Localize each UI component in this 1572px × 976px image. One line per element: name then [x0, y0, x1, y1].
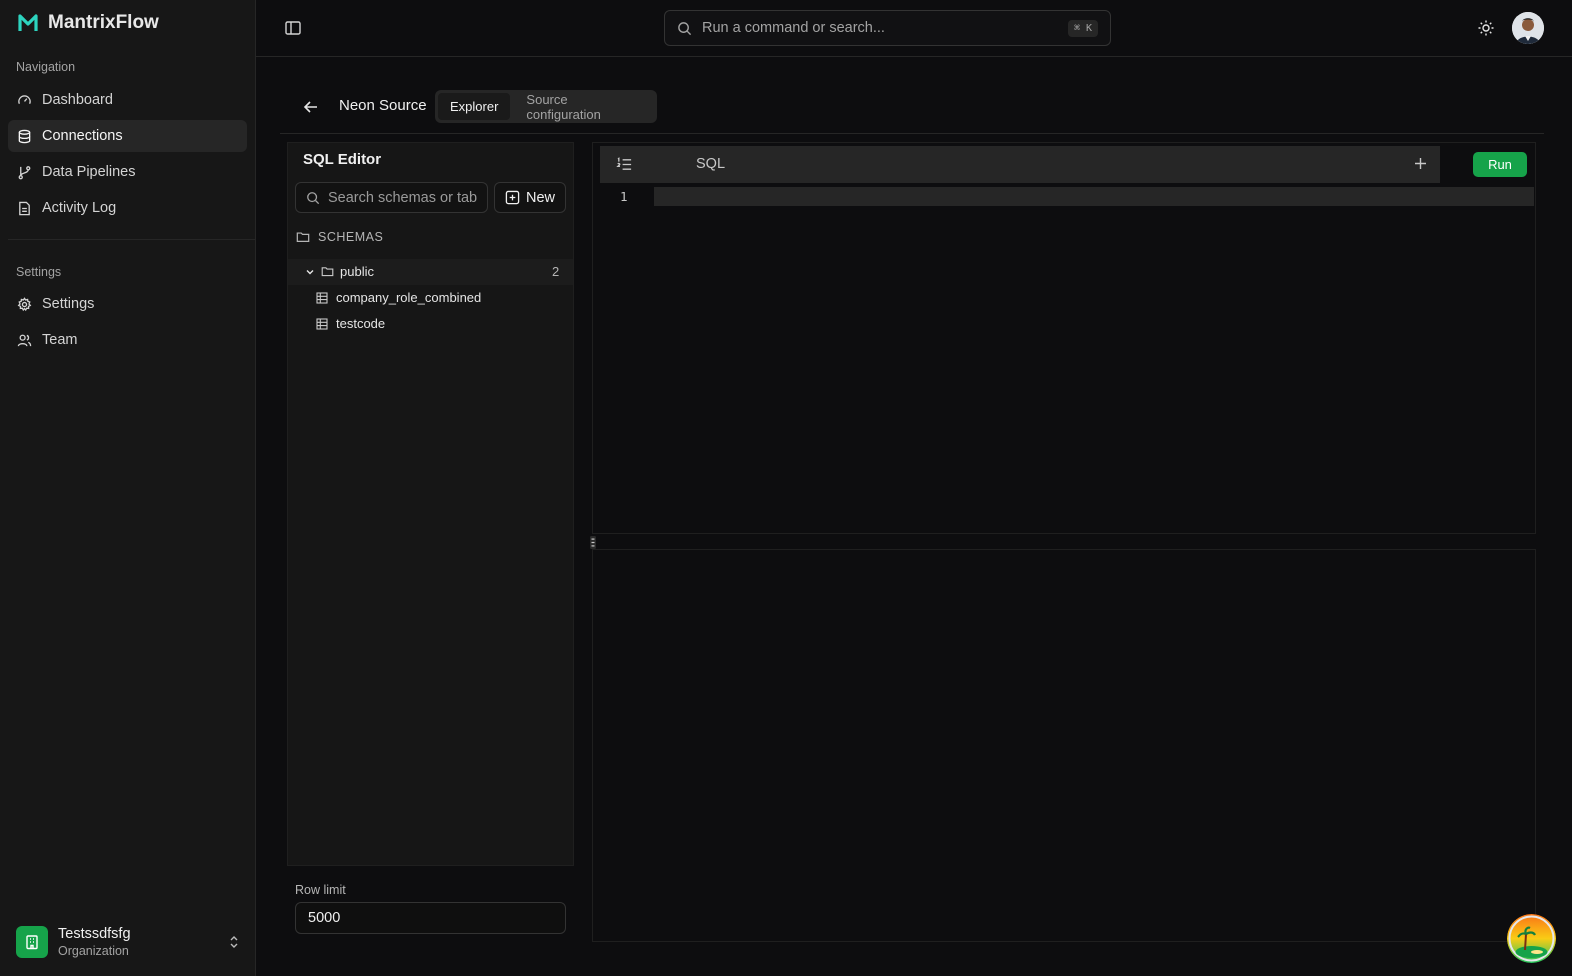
row-limit-input[interactable]	[308, 910, 548, 926]
org-subtitle: Organization	[58, 944, 129, 958]
command-search-placeholder: Run a command or search...	[702, 20, 885, 36]
new-button-label: New	[525, 189, 555, 206]
schemas-header: SCHEMAS	[296, 230, 383, 244]
users-icon	[17, 334, 32, 346]
sidebar-item-label: Connections	[42, 128, 123, 144]
add-tab-icon[interactable]	[1413, 156, 1428, 171]
building-icon	[16, 926, 48, 958]
chevron-down-icon	[306, 269, 314, 274]
sidebar-item-label: Dashboard	[42, 92, 113, 108]
database-icon	[18, 129, 31, 143]
sidebar-item-label: Activity Log	[42, 200, 117, 216]
row-limit-label: Row limit	[295, 883, 346, 897]
chevrons-up-down-icon	[230, 936, 238, 948]
resize-grip-icon[interactable]	[590, 536, 596, 549]
sidebar-toggle-icon[interactable]	[284, 19, 302, 37]
folder-icon	[296, 232, 310, 242]
settings-section-label: Settings	[16, 265, 62, 279]
file-text-icon	[19, 201, 30, 215]
back-arrow-icon[interactable]	[302, 98, 320, 116]
sidebar-item-label: Team	[42, 332, 78, 348]
view-tabs: Explorer Source configuration	[435, 90, 657, 123]
logo[interactable]: MantrixFlow	[18, 12, 159, 34]
active-line-highlight[interactable]	[654, 187, 1534, 206]
user-avatar[interactable]	[1512, 12, 1544, 44]
row-limit-field	[295, 902, 566, 934]
schema-name: public	[340, 264, 374, 279]
plus-square-icon	[505, 190, 520, 205]
sidebar-item-activity-log[interactable]: Activity Log	[8, 192, 247, 224]
tab-sql[interactable]: SQL	[696, 156, 725, 172]
header-divider	[280, 133, 1544, 134]
nav-section-label: Navigation	[16, 60, 76, 74]
logo-mark-icon	[18, 14, 38, 31]
sidebar-item-label: Data Pipelines	[42, 164, 136, 180]
search-icon	[307, 191, 320, 204]
table-name: testcode	[336, 316, 386, 331]
org-name: Testssdfsfg	[58, 926, 131, 942]
table-item[interactable]: company_role_combined	[316, 290, 481, 305]
folder-icon	[321, 267, 334, 277]
schemas-label: SCHEMAS	[318, 230, 384, 244]
table-icon	[316, 291, 328, 304]
sidebar-item-data-pipelines[interactable]: Data Pipelines	[8, 156, 247, 188]
schema-search	[295, 182, 488, 213]
sql-editor-title: SQL Editor	[303, 151, 382, 168]
tab-source-configuration[interactable]: Source configuration	[514, 92, 654, 122]
page-title: Neon Source	[339, 97, 427, 114]
new-query-button[interactable]: New	[494, 182, 566, 213]
sidebar-item-team[interactable]: Team	[8, 324, 247, 356]
table-icon	[316, 317, 328, 330]
table-name: company_role_combined	[336, 290, 482, 305]
sidebar-item-connections[interactable]: Connections	[8, 120, 247, 152]
git-branch-icon	[18, 165, 31, 179]
sidebar-item-settings[interactable]: Settings	[8, 288, 247, 320]
shortcut-badge: ⌘ K	[1067, 19, 1098, 37]
tab-explorer[interactable]: Explorer	[438, 93, 511, 120]
org-switcher[interactable]: Testssdfsfg Organization	[16, 922, 241, 962]
list-ordered-icon[interactable]	[616, 156, 633, 173]
gear-icon	[17, 296, 32, 311]
floating-assistant-button[interactable]	[1507, 914, 1556, 963]
editor-tab-bar	[600, 146, 1440, 183]
sidebar: MantrixFlow Navigation Dashboard Connect…	[0, 0, 256, 976]
schema-explorer-panel	[287, 142, 574, 866]
schema-search-input[interactable]	[328, 189, 478, 206]
schema-table-count: 2	[552, 264, 560, 279]
sidebar-divider	[8, 239, 256, 240]
sidebar-item-dashboard[interactable]: Dashboard	[8, 84, 247, 116]
search-icon	[678, 21, 692, 35]
command-search[interactable]: Run a command or search... ⌘ K	[664, 10, 1111, 46]
gauge-icon	[18, 94, 31, 104]
run-button[interactable]: Run	[1473, 152, 1527, 177]
table-item[interactable]: testcode	[316, 316, 385, 331]
sidebar-item-label: Settings	[42, 296, 95, 312]
schema-item[interactable]: public	[305, 264, 374, 279]
theme-toggle-sun-icon[interactable]	[1477, 19, 1495, 37]
results-pane	[592, 549, 1536, 942]
line-number: 1	[620, 189, 628, 204]
app-name: MantrixFlow	[48, 12, 159, 33]
